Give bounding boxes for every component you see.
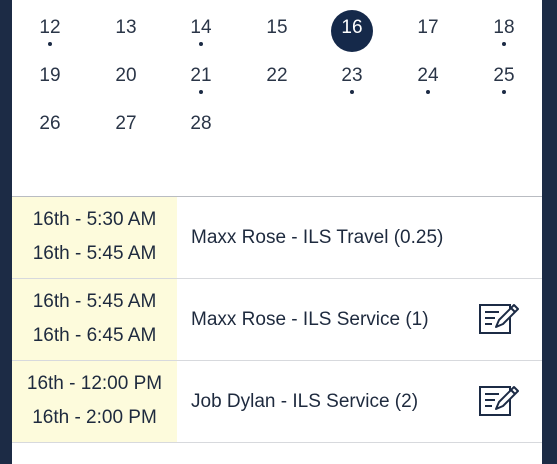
calendar-day[interactable]: 21	[177, 52, 225, 100]
event-row[interactable]: 16th - 5:30 AM 16th - 5:45 AM Maxx Rose …	[12, 197, 542, 279]
day-number: 24	[417, 65, 439, 86]
day-number: 16	[341, 17, 363, 38]
calendar-day[interactable]: 27	[102, 100, 150, 148]
event-time-cell: 16th - 5:45 AM 16th - 6:45 AM	[12, 279, 177, 360]
event-dot	[502, 90, 506, 94]
calendar-day[interactable]: 12	[26, 4, 74, 52]
day-number: 14	[190, 17, 212, 38]
app-frame: 12 13 14 15 16 17 18 19 20 21 22 23 24 2…	[12, 0, 542, 464]
calendar-day[interactable]: 17	[404, 4, 452, 52]
day-number: 23	[341, 65, 363, 86]
calendar-day[interactable]: 15	[253, 4, 301, 52]
event-dot	[199, 42, 203, 46]
calendar-day[interactable]: 20	[102, 52, 150, 100]
event-start-time: 16th - 12:00 PM	[26, 373, 163, 394]
day-number: 19	[39, 65, 61, 86]
calendar-week: 26 27 28	[12, 100, 542, 148]
event-dot	[350, 90, 354, 94]
edit-icon[interactable]	[477, 299, 521, 339]
day-number: 15	[266, 17, 288, 38]
event-title: Maxx Rose - ILS Service (1)	[191, 309, 429, 330]
day-number: 17	[417, 17, 439, 38]
day-number: 18	[493, 17, 515, 38]
event-time-cell: 16th - 5:30 AM 16th - 5:45 AM	[12, 197, 177, 278]
calendar-day-selected[interactable]: 16	[328, 4, 376, 52]
event-list: 16th - 5:30 AM 16th - 5:45 AM Maxx Rose …	[12, 197, 542, 443]
calendar-week: 19 20 21 22 23 24 25	[12, 52, 542, 100]
event-end-time: 16th - 5:45 AM	[32, 243, 157, 264]
calendar-day[interactable]: 24	[404, 52, 452, 100]
event-title: Job Dylan - ILS Service (2)	[191, 391, 419, 412]
event-end-time: 16th - 2:00 PM	[32, 407, 157, 428]
day-number: 20	[115, 65, 137, 86]
day-number: 27	[115, 113, 137, 134]
day-number: 25	[493, 65, 515, 86]
calendar-week: 12 13 14 15 16 17 18	[12, 4, 542, 52]
calendar-day[interactable]: 14	[177, 4, 225, 52]
event-row[interactable]: 16th - 12:00 PM 16th - 2:00 PM Job Dylan…	[12, 361, 542, 443]
calendar-day[interactable]: 13	[102, 4, 150, 52]
day-number: 22	[266, 65, 288, 86]
day-number: 12	[39, 17, 61, 38]
day-number: 26	[39, 113, 61, 134]
event-dot	[48, 42, 52, 46]
calendar-day[interactable]: 25	[480, 52, 528, 100]
event-row[interactable]: 16th - 5:45 AM 16th - 6:45 AM Maxx Rose …	[12, 279, 542, 361]
event-time-cell: 16th - 12:00 PM 16th - 2:00 PM	[12, 361, 177, 442]
day-number: 13	[115, 17, 137, 38]
calendar-day[interactable]: 22	[253, 52, 301, 100]
event-dot	[199, 90, 203, 94]
day-number: 21	[190, 65, 212, 86]
calendar-day[interactable]: 28	[177, 100, 225, 148]
event-start-time: 16th - 5:30 AM	[32, 209, 157, 230]
list-bottom-space	[12, 443, 542, 464]
event-end-time: 16th - 6:45 AM	[32, 325, 157, 346]
calendar-day[interactable]: 23	[328, 52, 376, 100]
event-dot	[502, 42, 506, 46]
event-start-time: 16th - 5:45 AM	[32, 291, 157, 312]
day-number: 28	[190, 113, 212, 134]
event-dot	[426, 90, 430, 94]
calendar-day[interactable]: 26	[26, 100, 74, 148]
edit-icon[interactable]	[477, 381, 521, 421]
calendar-day[interactable]: 19	[26, 52, 74, 100]
month-calendar: 12 13 14 15 16 17 18 19 20 21 22 23 24 2…	[12, 0, 542, 196]
event-title: Maxx Rose - ILS Travel (0.25)	[191, 227, 444, 248]
calendar-day[interactable]: 18	[480, 4, 528, 52]
